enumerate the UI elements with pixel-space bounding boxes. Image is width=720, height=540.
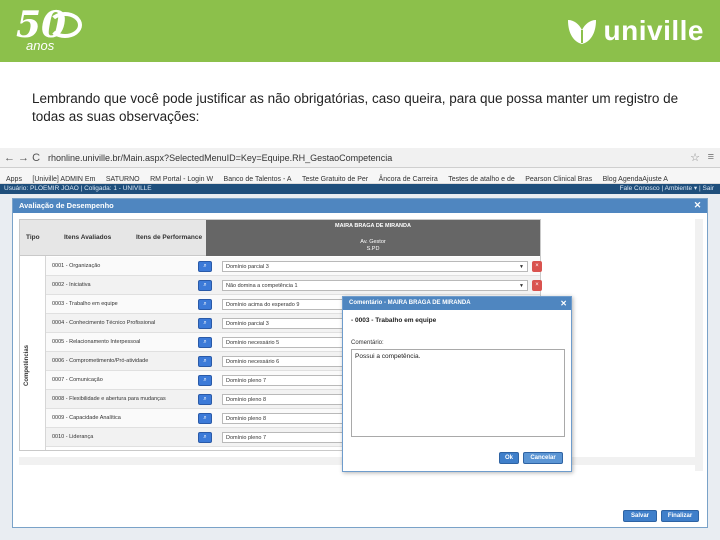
delete-icon[interactable]: ×	[532, 280, 542, 291]
rating-value: Domínio pleno 7	[226, 378, 267, 384]
competency-label: 0008 - Flexibilidade e abertura para mud…	[52, 396, 166, 402]
rating-value: Domínio necessário 5	[226, 340, 280, 346]
header-itens-performance: Itens de Performance	[136, 234, 203, 241]
search-icon[interactable]: ⌕	[198, 432, 212, 443]
bookmark-item[interactable]: Blog AgendaAjuste A	[603, 172, 668, 183]
rating-select[interactable]: Não domina a competência 1 ▼	[222, 280, 528, 291]
bookmarks-bar: Apps [Univille] ADMIN Em SATURNO RM Port…	[0, 168, 720, 184]
competency-label: 0006 - Comprometimento/Pró-atividade	[52, 358, 149, 364]
bookmark-item[interactable]: [Univille] ADMIN Em	[32, 172, 95, 183]
app-top-links[interactable]: Fale Conosco | Ambiente ▾ | Sair	[620, 184, 714, 194]
comment-label: Comentário:	[351, 340, 384, 346]
table-row: 0002 - Iniciativa ⌕ Não domina a competênc…	[46, 276, 542, 295]
rating-value: Domínio necessário 6	[226, 359, 280, 365]
search-icon[interactable]: ⌕	[198, 394, 212, 405]
search-icon[interactable]: ⌕	[198, 375, 212, 386]
search-icon[interactable]: ⌕	[198, 318, 212, 329]
system-screenshot: ← → C rhonline.univille.br/Main.aspx?Sel…	[0, 148, 720, 540]
rating-select[interactable]: Domínio parcial 3 ▼	[222, 261, 528, 272]
search-icon[interactable]: ⌕	[198, 356, 212, 367]
bookmark-item[interactable]: Teste Gratuito de Per	[302, 172, 368, 183]
comment-textarea[interactable]: Possui a competência.	[351, 349, 565, 437]
comment-item: - 0003 - Trabalho em equipe	[351, 317, 437, 324]
competency-label: 0005 - Relacionamento Interpessoal	[52, 339, 141, 345]
univille-logo: univille	[566, 14, 704, 48]
group-label: Competências	[20, 256, 46, 450]
search-icon[interactable]: ⌕	[198, 299, 212, 310]
bookmark-item[interactable]: SATURNO	[106, 172, 140, 183]
browser-nav-buttons[interactable]: ← → C	[4, 152, 40, 164]
comment-close-icon[interactable]: ✕	[560, 298, 567, 309]
evaluator-code: S.PD	[366, 246, 380, 252]
bookmark-item[interactable]: Testes de atalho e de	[448, 172, 515, 183]
header-itens-avaliados: Itens Avaliados	[64, 234, 112, 241]
rating-value: Domínio parcial 3	[226, 321, 269, 327]
finish-button[interactable]: Finalizar	[661, 510, 699, 522]
app-top-bar: Usuário: PLOEMIR JOAO | Coligada: 1 - UN…	[0, 184, 720, 194]
univille-leaf-icon	[567, 20, 596, 44]
cancel-button[interactable]: Cancelar	[523, 452, 563, 464]
dropdown-caret-icon: ▼	[519, 283, 524, 289]
header-tipo: Tipo	[26, 234, 40, 241]
dialog-title-bar: Avaliação de Desempenho ✕	[13, 199, 707, 213]
comment-title-bar: Comentário - MAIRA BRAGA DE MIRANDA ✕	[343, 297, 571, 310]
dialog-title: Avaliação de Desempenho	[19, 201, 114, 210]
dropdown-caret-icon: ▼	[519, 264, 524, 270]
save-button[interactable]: Salvar	[623, 510, 657, 522]
rating-value: Domínio pleno 7	[226, 435, 267, 441]
vertical-scrollbar[interactable]	[695, 219, 703, 471]
brand-name: univille	[603, 15, 704, 46]
bookmark-item[interactable]: RM Portal - Login W	[150, 172, 213, 183]
competency-label: 0001 - Organização	[52, 263, 101, 269]
comment-dialog: Comentário - MAIRA BRAGA DE MIRANDA ✕ - …	[342, 296, 572, 472]
browser-toolbar: ← → C rhonline.univille.br/Main.aspx?Sel…	[0, 148, 720, 168]
competency-label: 0004 - Conhecimento Técnico Profissional	[52, 320, 156, 326]
comment-title: Comentário - MAIRA BRAGA DE MIRANDA	[349, 300, 471, 306]
competency-label: 0003 - Trabalho em equipe	[52, 301, 118, 307]
bookmark-item[interactable]: Âncora de Carreira	[379, 172, 438, 183]
instruction-text: Lembrando que você pode justificar as nã…	[32, 91, 679, 124]
search-icon[interactable]: ⌕	[198, 280, 212, 291]
group-label-text: Competências	[24, 344, 30, 386]
anniversary-logo: 50 anos	[14, 4, 82, 54]
search-icon[interactable]: ⌕	[198, 413, 212, 424]
dialog-close-icon[interactable]: ✕	[692, 200, 703, 211]
search-icon[interactable]: ⌕	[198, 337, 212, 348]
browser-menu-icon[interactable]: ≡	[708, 151, 714, 163]
competency-label: 0010 - Liderança	[52, 434, 94, 440]
evaluator-role: Av. Gestor	[360, 239, 386, 245]
ok-button[interactable]: Ok	[499, 452, 519, 464]
table-row: 0001 - Organização ⌕ Domínio parcial 3 ▼ ×	[46, 257, 542, 276]
delete-icon[interactable]: ×	[532, 261, 542, 272]
evaluatee-name: MAIRA BRAGA DE MIRANDA	[335, 223, 411, 229]
competency-label: 0002 - Iniciativa	[52, 282, 91, 288]
rating-value: Domínio pleno 8	[226, 416, 267, 422]
grid-header: Tipo Itens Avaliados Itens de Performanc…	[20, 220, 540, 256]
bookmark-star-icon[interactable]: ☆	[690, 151, 700, 164]
bookmark-item[interactable]: Apps	[6, 172, 22, 183]
competency-label: 0007 - Comunicação	[52, 377, 103, 383]
search-icon[interactable]: ⌕	[198, 261, 212, 272]
address-bar[interactable]: rhonline.univille.br/Main.aspx?SelectedM…	[48, 151, 688, 165]
logo-anos: anos	[26, 38, 55, 53]
rating-value: Domínio acima do esperado 9	[226, 302, 300, 308]
logo-swirl-icon	[48, 12, 82, 38]
header-banner: 50 anos univille	[0, 0, 720, 62]
rating-value: Domínio pleno 8	[226, 397, 267, 403]
competency-label: 0009 - Capacidade Analítica	[52, 415, 121, 421]
user-info: Usuário: PLOEMIR JOAO | Coligada: 1 - UN…	[4, 185, 152, 192]
evaluator-column-header: MAIRA BRAGA DE MIRANDA Av. Gestor S.PD	[206, 220, 540, 256]
bookmark-item[interactable]: Banco de Talentos - A	[224, 172, 292, 183]
rating-value: Não domina a competência 1	[226, 283, 298, 289]
bookmark-item[interactable]: Pearson Clinical Bras	[525, 172, 592, 183]
rating-value: Domínio parcial 3	[226, 264, 269, 270]
